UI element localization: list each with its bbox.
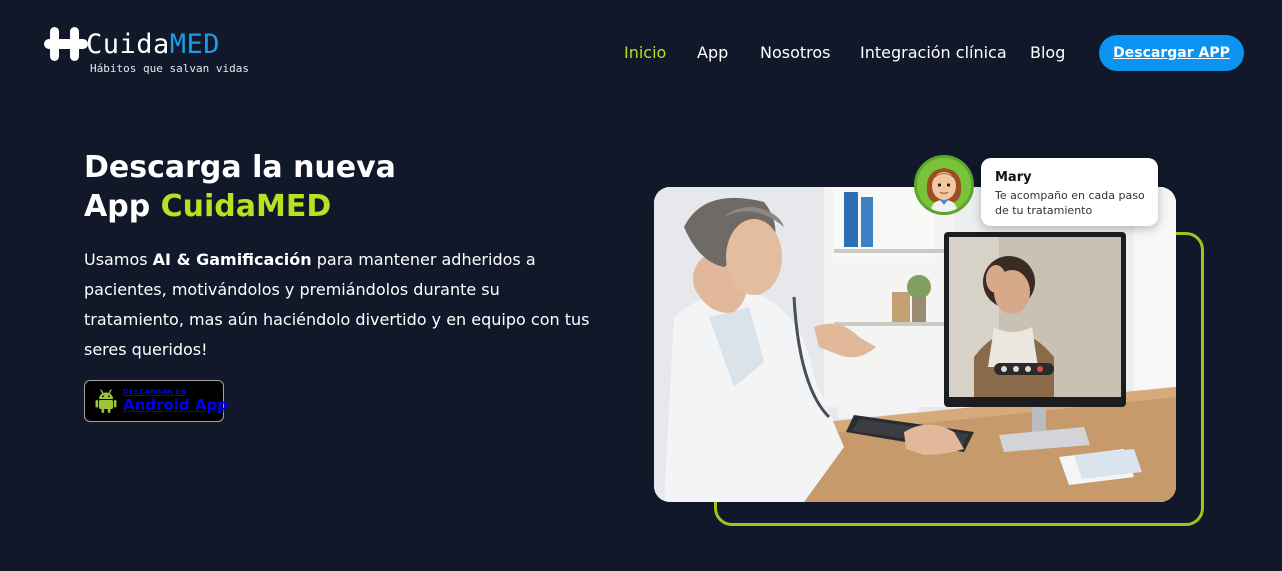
nav-item-nosotros[interactable]: Nosotros: [760, 42, 831, 64]
medical-cross-logo-icon: [44, 27, 88, 61]
nav-item-inicio[interactable]: Inicio: [624, 42, 666, 64]
nav-item-app[interactable]: App: [697, 42, 728, 64]
hero-title-accent: CuidaMED: [160, 189, 332, 224]
android-app-download-badge[interactable]: DESCARGAR EN Android App: [84, 380, 228, 422]
chat-message: Te acompaño en cada paso de tu tratamien…: [995, 189, 1145, 217]
hero-desc-bold: AI & Gamificación: [152, 250, 312, 269]
android-badge-text: DESCARGAR EN Android App: [123, 388, 228, 414]
hero-description: Usamos AI & Gamificación para mantener a…: [84, 245, 604, 365]
brand-tagline: Hábitos que salvan vidas: [90, 62, 249, 75]
mary-avatar: [914, 155, 974, 215]
android-icon: [95, 388, 117, 414]
android-badge-big-text: Android App: [123, 396, 228, 414]
hero-image-doctor-telemedicine: [654, 187, 1176, 502]
hero-title-prefix: App: [84, 189, 161, 224]
hero-title: Descarga la nueva App CuidaMED: [84, 148, 396, 226]
brand-logo[interactable]: CuidaMED Hábitos que salvan vidas: [44, 26, 254, 78]
hero-title-line1: Descarga la nueva: [84, 150, 396, 185]
download-app-button[interactable]: Descargar APP: [1099, 35, 1244, 71]
brand-name: CuidaMED: [86, 28, 220, 62]
nav-item-blog[interactable]: Blog: [1030, 42, 1065, 64]
chat-sender-name: Mary: [995, 170, 1032, 185]
chat-bubble: Mary Te acompaño en cada paso de tu trat…: [981, 158, 1158, 226]
brand-name-part1: Cuida: [86, 29, 170, 60]
brand-name-part2: MED: [169, 29, 221, 60]
nav-item-integracion-clinica[interactable]: Integración clínica: [860, 42, 1007, 64]
hero-desc-prefix: Usamos: [84, 250, 153, 269]
